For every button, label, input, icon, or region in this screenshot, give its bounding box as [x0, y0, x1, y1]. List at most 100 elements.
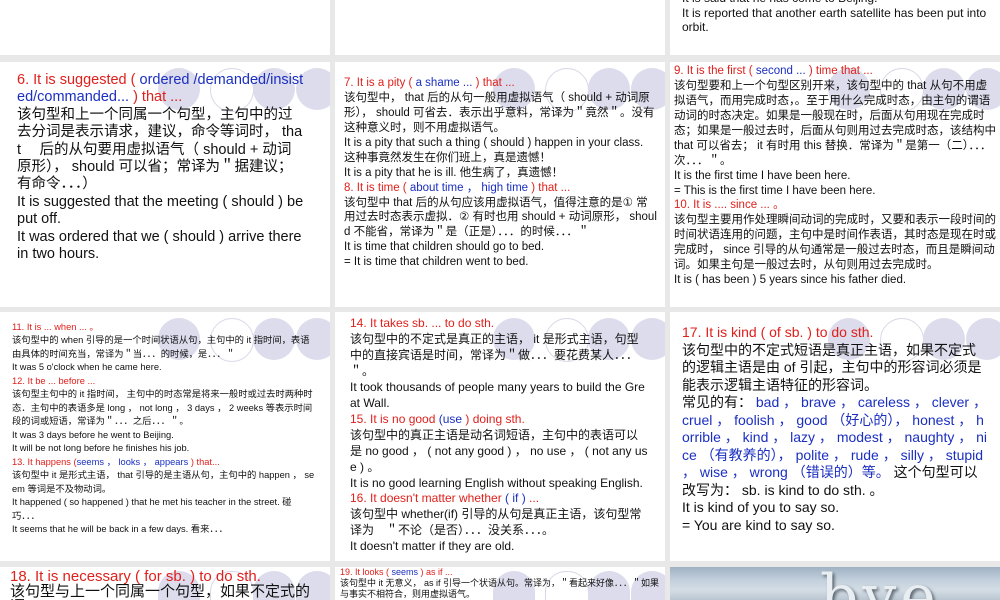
slide-paragraph: 10. It is .... since ... 。	[674, 198, 996, 213]
slide-thumb-5b[interactable]	[335, 0, 665, 55]
body-text: 常见的有：	[682, 394, 756, 410]
slide-paragraph: = This is the first time I have been her…	[674, 184, 996, 199]
slide-paragraph: 8. It is time ( about time ， high time )…	[344, 181, 659, 196]
body-text: 该句型中 whether(if) 引导的从句是真正主语，该句型常译为 ＂不论（是…	[350, 507, 642, 538]
body-text: It was 3 days before he went to Beijing.	[12, 429, 174, 440]
body-text: 该句型中的真正主语是动名词短语，主句中的表语可以是 no good ， ( no…	[350, 427, 648, 474]
body-text: It is a pity that such a thing ( should …	[344, 136, 644, 149]
body-text: 该句型中的不定式是真正的主语， it 是形式主语，句型中的直接宾语是时间，常译为…	[350, 331, 639, 378]
slide-paragraph: 17. It is kind ( of sb. ) to do sth.	[682, 324, 987, 342]
body-text: It is suggested that the meeting ( shoul…	[17, 193, 304, 228]
bye-logo-image: bye	[820, 567, 940, 600]
slide-paragraph: 该句型中的真正主语是动名词短语，主句中的表语可以是 no good ， ( no…	[350, 428, 648, 476]
body-text: It will be not long before he finishes h…	[12, 443, 190, 454]
pattern-heading: ) that...	[190, 456, 220, 467]
slide-paragraph: 18. It is necessary ( for sb. ) to do st…	[10, 569, 322, 584]
pattern-heading: 16. It doesn't matter whether	[350, 491, 506, 506]
slide-text: 6. It is suggested ( ordered /demanded/i…	[17, 72, 305, 263]
slide-paragraph: It is suggested that the meeting ( shoul…	[17, 194, 305, 229]
highlight-text: second ...	[755, 65, 809, 77]
pattern-heading: ) as if ...	[420, 567, 453, 577]
slide-thumb-5[interactable]	[0, 0, 330, 55]
slide-paragraph: = It is time that children went to bed.	[344, 255, 659, 270]
slide-paragraph: 11. It is ... when ... 。	[12, 321, 317, 334]
highlight-text: seems ， looks ， appears	[76, 456, 191, 467]
body-text: It was 5 o'clock when he came here.	[12, 362, 162, 373]
body-text: 该句型和上一个同属一个句型，主句中的过去分词是表示请求，建议，命令等词时， th…	[17, 106, 303, 193]
slide-thumb-19[interactable]: 19. It looks ( seems ) as if ... 该句型中 it …	[335, 567, 665, 600]
body-text: 该句型中 it 无意义， as if 引导一个状语从句。常译为，＂看起来好像．．…	[340, 577, 660, 599]
slide-paragraph: 12. It be ... before ...	[12, 375, 317, 388]
slide-paragraph: It is a pity that such a thing ( should …	[344, 136, 659, 151]
slide-text: 18. It is necessary ( for sb. ) to do st…	[10, 569, 322, 600]
pattern-heading: 8. It is time (	[344, 181, 410, 194]
slide-paragraph: 16. It doesn't matter whether ( if ) ...	[350, 491, 648, 507]
pattern-heading: 12. It be ... before ...	[12, 375, 96, 386]
body-text: 该句型中的不定式短语是真正主语，如果不定式的逻辑主语是由 of 引起，主句中的形…	[682, 341, 982, 393]
pattern-heading: 9. It is the first (	[674, 65, 756, 77]
slide-text: 11. It is ... when ... 。该句型中的 when 引导的是一…	[12, 321, 317, 537]
slide-paragraph: It is kind of you to say so.	[682, 499, 987, 517]
body-text: = It is time that children went to bed.	[344, 256, 529, 269]
slide-thumb-9-10[interactable]: 9. It is the first ( second ... ) time t…	[670, 62, 1000, 307]
slide-paragraph: It doesn't matter if they are old.	[350, 539, 648, 555]
highlight-text: (use	[438, 411, 466, 426]
pattern-heading: 13. It happens (	[12, 456, 77, 467]
body-text: 该句型中， that 后的从句一般用虚拟语气（ should + 动词原形）， …	[344, 91, 655, 134]
slide-paragraph: It is ( has been ) 5 years since his fat…	[674, 273, 996, 288]
slide-paragraph: 19. It looks ( seems ) as if ...	[340, 567, 660, 578]
body-text: It was ordered that we ( should ) arrive…	[17, 228, 302, 262]
pattern-heading: ) that ...	[475, 77, 515, 89]
body-text: = You are kind to say so.	[682, 516, 835, 533]
slide-paragraph: 该句型中的 when 引导的是一个时间状语从句，主句中的 it 指时间，表语由具…	[12, 334, 317, 361]
slide-thumb-bye-photo[interactable]: bye	[670, 567, 1000, 600]
slide-paragraph: It was 5 o'clock when he came here.	[12, 361, 317, 374]
slide-thumb-11-13[interactable]: 11. It is ... when ... 。该句型中的 when 引导的是一…	[0, 312, 330, 561]
body-text: It happened ( so happened ) that he met …	[12, 497, 292, 521]
slide-paragraph: It is the first time I have been here.	[674, 169, 996, 184]
slide-paragraph: 14. It takes sb. ... to do sth.	[350, 316, 648, 332]
slide-text: 7. It is a pity ( a shame ... ) that ...…	[344, 76, 659, 270]
slide-paragraph: 9. It is the first ( second ... ) time t…	[674, 64, 996, 79]
slide-paragraph: It is time that children should go to be…	[344, 240, 659, 255]
slide-paragraph: 该句型要和上一个句型区别开来，该句型中的 that 从句不用虚拟语气，而用完成时…	[674, 79, 996, 169]
body-text: = This is the first time I have been her…	[674, 184, 876, 197]
body-text: It is ( has been ) 5 years since his fat…	[674, 274, 907, 287]
pattern-heading: 14. It takes sb. ... to do sth.	[350, 316, 495, 330]
slide-text: 14. It takes sb. ... to do sth. 该句型中的不定式是…	[350, 316, 648, 555]
slide-thumb-it-is-said[interactable]: It is said that he has come to Beijing.I…	[670, 0, 1000, 55]
slide-paragraph: 该句型中 it 是形式主语， that 引导的是主语从句，主句中的 happen…	[12, 469, 317, 496]
slide-text: 9. It is the first ( second ... ) time t…	[674, 64, 996, 288]
body-text: 该句型中的 when 引导的是一个时间状语从句，主句中的 it 指时间，表语由具…	[12, 335, 310, 359]
highlight-text: about time ， high time	[409, 181, 532, 194]
body-text: 该句型中 it 是形式主语， that 引导的是主语从句，主句中的 happen…	[12, 470, 315, 494]
body-text: It is the first time I have been here.	[674, 169, 851, 182]
slide-paragraph: 该句型与上一个同属一个句型，如果不定式的逻	[10, 584, 322, 600]
pattern-heading: 6. It is suggested (	[17, 72, 140, 88]
pattern-heading: 17. It is kind ( of sb. ) to do sth.	[682, 324, 874, 340]
slide-paragraph: It was ordered that we ( should ) arrive…	[17, 229, 305, 264]
slide-text: It is said that he has come to Beijing.I…	[682, 0, 992, 35]
body-text: 该句型中 that 后的从句应该用虚拟语气，值得注意的是① 常用过去时态表示虚拟…	[344, 196, 657, 239]
pattern-heading: 7. It is a pity (	[344, 77, 416, 89]
pattern-heading: ...	[529, 491, 540, 506]
body-text: It is a pity that he is ill. 他生病了，真遗憾！	[344, 166, 564, 179]
slide-paragraph: 该句型和上一个同属一个句型，主句中的过去分词是表示请求，建议，命令等词时， th…	[17, 107, 305, 194]
slide-paragraph: It seems that he will be back in a few d…	[12, 523, 317, 536]
slide-thumb-18[interactable]: 18. It is necessary ( for sb. ) to do st…	[0, 567, 330, 600]
slide-thumb-14-16[interactable]: 14. It takes sb. ... to do sth. 该句型中的不定式是…	[335, 312, 665, 561]
slide-paragraph: 该句型主句中的 it 指时间， 主句中的时态常是将来一般时或过去时两种时态．主句…	[12, 388, 317, 428]
body-text: 该句型主要用作处理瞬间动词的完成时，又要和表示一段时间的时间状语连用的问题，主句…	[674, 214, 996, 272]
slide-paragraph: 15. It is no good (use ) doing sth.	[350, 412, 648, 428]
slide-paragraph: It is reported that another earth satell…	[682, 6, 992, 35]
slide-paragraph: 该句型中， that 后的从句一般用虚拟语气（ should + 动词原形）， …	[344, 91, 659, 136]
slide-thumb-6[interactable]: 6. It is suggested ( ordered /demanded/i…	[0, 62, 330, 307]
slide-paragraph: It took thousands of people many years t…	[350, 380, 648, 412]
slide-thumb-7-8[interactable]: 7. It is a pity ( a shame ... ) that ...…	[335, 62, 665, 307]
highlight-text: a shame ...	[415, 77, 476, 89]
slide-thumb-17[interactable]: 17. It is kind ( of sb. ) to do sth. 该句型中…	[670, 312, 1000, 561]
slide-paragraph: 13. It happens (seems ， looks ， appears …	[12, 456, 317, 469]
slide-paragraph: It was 3 days before he went to Beijing.	[12, 429, 317, 442]
body-text: 这种事竟然发生在你们班上，真是遗憾！	[344, 151, 551, 164]
slide-paragraph: = You are kind to say so.	[682, 517, 987, 535]
